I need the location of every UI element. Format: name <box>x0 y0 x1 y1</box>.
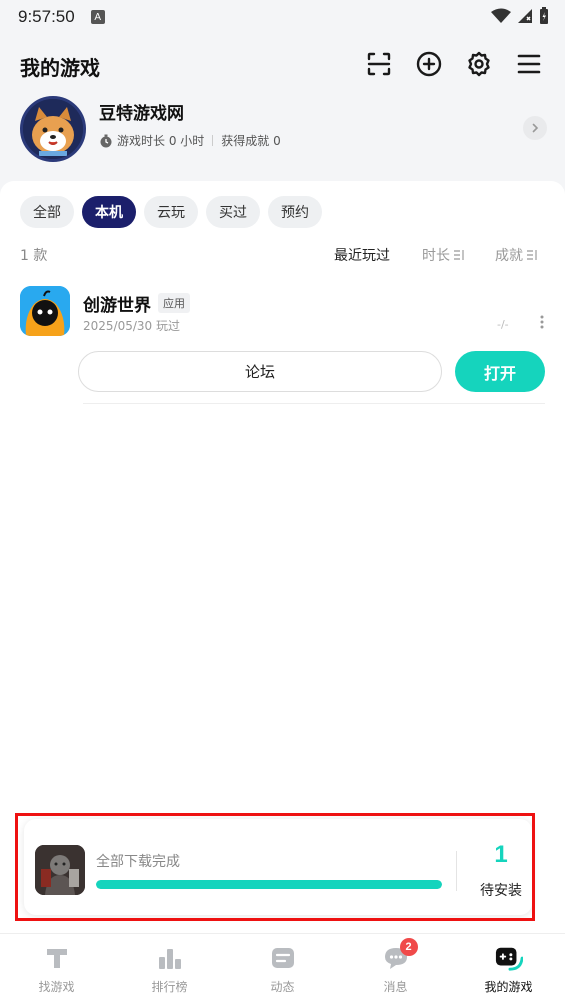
divider <box>456 851 457 891</box>
game-name: 创游世界 <box>83 296 151 316</box>
app-badge: 应用 <box>158 293 190 313</box>
download-game-thumbnail <box>35 845 85 895</box>
status-indicators <box>491 7 549 25</box>
top-header: 我的游戏 <box>0 40 565 92</box>
tab-local[interactable]: 本机 <box>82 196 136 228</box>
nav-label: 排行榜 <box>151 980 188 994</box>
tab-all[interactable]: 全部 <box>20 196 74 228</box>
nav-ranking[interactable]: 排行榜 <box>113 934 226 1004</box>
more-options-icon[interactable] <box>540 315 544 329</box>
dog-avatar-icon <box>23 99 83 159</box>
nav-label: 我的游戏 <box>484 980 533 994</box>
message-icon: 2 <box>382 938 418 972</box>
download-status-text: 全部下载完成 <box>96 854 180 870</box>
sort-duration-button[interactable]: 时长 <box>422 245 465 265</box>
tab-reserved[interactable]: 预约 <box>268 196 322 228</box>
sort-row: 1 款 最近玩过 时长 成就 <box>20 245 545 265</box>
menu-button[interactable] <box>515 50 543 78</box>
stat-divider <box>212 135 214 146</box>
signal-icon <box>518 9 532 23</box>
page-title: 我的游戏 <box>20 55 100 80</box>
profile-arrow-button[interactable] <box>523 116 547 140</box>
divider <box>83 403 545 404</box>
battery-icon <box>540 7 548 24</box>
wifi-icon <box>491 8 511 23</box>
tab-purchased[interactable]: 买过 <box>206 196 260 228</box>
game-app-icon <box>20 286 70 336</box>
download-progress-fill <box>96 880 442 889</box>
sort-duration-label: 时长 <box>422 248 450 264</box>
avatar[interactable] <box>20 96 86 162</box>
status-time: 9:57:50 <box>18 7 75 26</box>
tab-cloud[interactable]: 云玩 <box>144 196 198 228</box>
nav-label: 找游戏 <box>38 980 75 994</box>
nav-label: 动态 <box>270 980 295 994</box>
settings-button[interactable] <box>465 50 493 78</box>
pending-install-count: 1 <box>494 841 508 868</box>
feed-icon <box>269 944 297 972</box>
game-thumbnail-icon <box>35 845 85 895</box>
pending-install-label[interactable]: 待安装 <box>472 880 530 900</box>
my-games-icon <box>495 944 523 972</box>
ranking-icon <box>156 944 184 972</box>
sort-icon <box>454 250 464 260</box>
chevron-right-icon <box>532 123 539 133</box>
plus-circle-icon <box>416 51 442 77</box>
username: 豆特游戏网 <box>99 104 184 124</box>
sort-icon <box>527 250 537 260</box>
game-list-item[interactable]: 创游世界 应用 2025/05/30 玩过 -/- 论坛 打开 <box>20 286 545 404</box>
add-button[interactable] <box>415 50 443 78</box>
notification-a-icon: A <box>90 10 105 24</box>
bottom-nav: 找游戏 排行榜 动态 2 消息 我的游戏 <box>0 933 565 1004</box>
nav-my-games[interactable]: 我的游戏 <box>452 934 565 1004</box>
download-status-card[interactable]: 全部下载完成 1 待安装 <box>24 819 532 915</box>
gear-icon <box>468 51 490 77</box>
scan-icon <box>367 52 391 76</box>
last-played-date: 2025/05/30 玩过 <box>83 319 180 333</box>
filter-tabs: 全部 本机 云玩 买过 预约 <box>20 196 322 228</box>
nav-messages[interactable]: 2 消息 <box>339 934 452 1004</box>
game-count: 1 款 <box>20 248 48 264</box>
nav-feed[interactable]: 动态 <box>226 934 339 1004</box>
nav-find-game[interactable]: 找游戏 <box>0 934 113 1004</box>
sort-recent-label: 最近玩过 <box>334 248 390 264</box>
nav-label: 消息 <box>383 980 408 994</box>
stopwatch-icon <box>100 134 112 147</box>
notification-badge: 2 <box>399 938 418 956</box>
hamburger-menu-icon <box>517 54 541 74</box>
download-progress-bar <box>96 880 442 889</box>
game-stats-placeholder: -/- <box>497 318 509 331</box>
header-actions <box>365 50 543 78</box>
scan-button[interactable] <box>365 50 393 78</box>
playtime-text: 游戏时长 0 小时 <box>117 134 205 148</box>
sort-recent-button[interactable]: 最近玩过 <box>334 245 390 265</box>
status-bar: 9:57:50 A <box>0 0 565 34</box>
game-icon[interactable] <box>20 286 70 336</box>
find-game-icon <box>43 944 71 972</box>
user-stats: 游戏时长 0 小时 获得成就 0 <box>99 132 281 149</box>
sort-achievement-label: 成就 <box>495 248 523 264</box>
achievements-text: 获得成就 0 <box>221 134 281 148</box>
open-button[interactable]: 打开 <box>455 351 545 392</box>
user-profile[interactable]: 豆特游戏网 游戏时长 0 小时 获得成就 0 <box>20 96 550 162</box>
sort-achievement-button[interactable]: 成就 <box>495 245 538 265</box>
forum-button[interactable]: 论坛 <box>78 351 442 392</box>
